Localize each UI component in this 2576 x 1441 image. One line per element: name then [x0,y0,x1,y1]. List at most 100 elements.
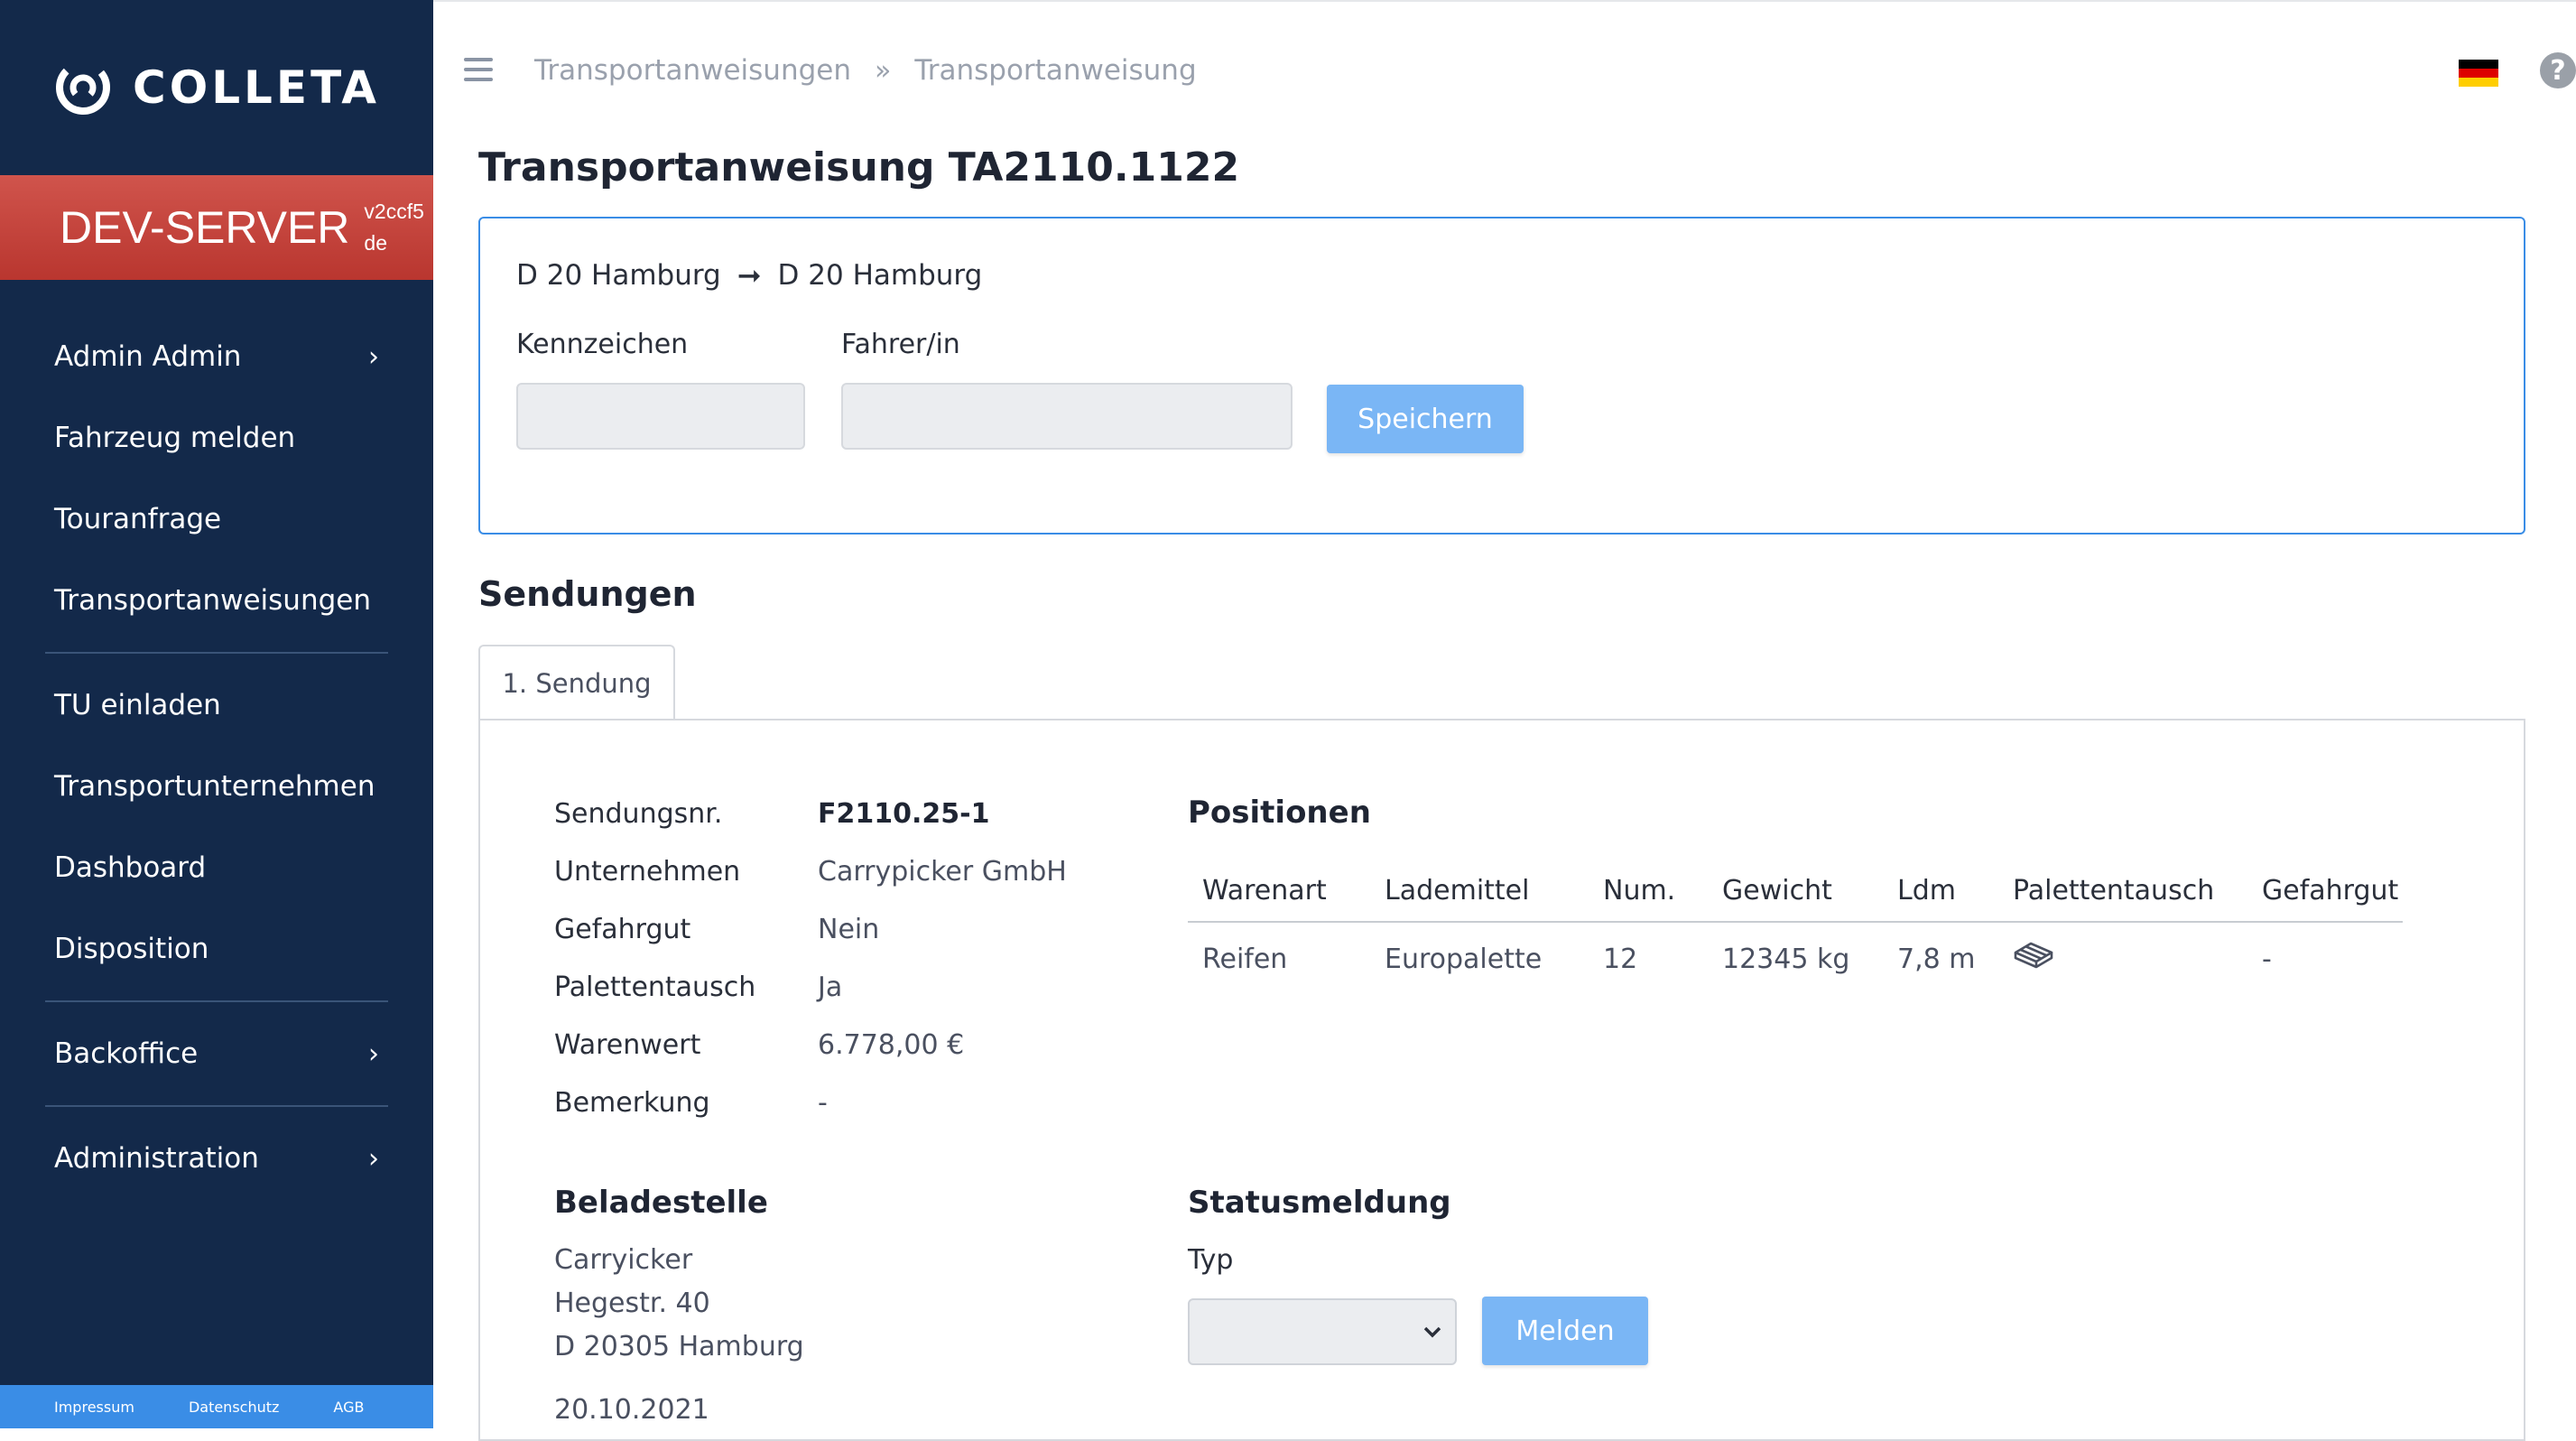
breadcrumb-item-transportanweisungen[interactable]: Transportanweisungen [534,54,851,87]
detail-label: Sendungsnr. [554,798,723,830]
sidebar-item-label: Fahrzeug melden [54,422,296,454]
sidebar-item-label: Transportanweisungen [54,584,371,617]
chevron-right-icon: › [368,1142,379,1175]
plate-label: Kennzeichen [516,329,689,360]
sidebar-item-label: Transportunternehmen [54,770,375,803]
save-button[interactable]: Speichern [1327,385,1524,453]
detail-label: Warenwert [554,1029,701,1061]
env-name: DEV-SERVER [60,202,350,253]
detail-label: Bemerkung [554,1087,710,1119]
sidebar-item-backoffice[interactable]: Backoffice › [0,1013,433,1094]
sidebar-item-dashboard[interactable]: Dashboard [0,827,433,908]
loading-address-line: D 20305 Hamburg [554,1331,804,1362]
loading-address-line: Hegestr. 40 [554,1288,710,1319]
sidebar-item-transportunternehmen[interactable]: Transportunternehmen [0,746,433,827]
breadcrumb-separator: » [875,54,892,87]
loading-title: Beladestelle [554,1185,768,1221]
sidebar-item-disposition[interactable]: Disposition [0,908,433,990]
cell-ldm: 7,8 m [1897,943,1976,975]
env-locale: de [364,231,388,255]
sidebar-item-label: Admin Admin [54,340,242,373]
detail-label: Unternehmen [554,856,741,888]
sidebar-item-label: TU einladen [54,689,221,721]
nav-divider [45,652,388,654]
sidebar-item-administration[interactable]: Administration › [0,1118,433,1199]
breadcrumb-item-current: Transportanweisung [914,54,1197,87]
sidebar-item-label: Backoffice [54,1037,199,1070]
status-title: Statusmeldung [1188,1185,1451,1221]
shipment-dangerous-goods: Nein [818,914,880,945]
column-header: Palettentausch [2013,874,2215,906]
cell-lademittel: Europalette [1385,943,1543,975]
detail-label: Palettentausch [554,972,756,1003]
breadcrumb: Transportanweisungen » Transportanweisun… [534,54,1197,87]
driver-label: Fahrer/in [841,329,960,360]
column-header: Gefahrgut [2262,874,2399,906]
column-header: Ldm [1897,874,1956,906]
column-header: Lademittel [1385,874,1530,906]
chevron-right-icon: › [368,1037,379,1070]
status-type-label: Typ [1188,1244,1234,1276]
driver-input[interactable] [841,383,1293,450]
page-title: Transportanweisung TA2110.1122 [478,144,1240,191]
brand-name: COLLETA [133,61,380,114]
footer-link-agb[interactable]: AGB [333,1399,364,1416]
sidebar-item-label: Touranfrage [54,503,222,535]
cell-warenart: Reifen [1202,943,1288,975]
cell-num: 12 [1603,943,1638,975]
column-header: Gewicht [1722,874,1832,906]
cell-palettentausch [1998,940,2247,978]
positions-table: Warenart Lademittel Num. Gewicht Ldm Pal… [1188,860,2403,995]
report-button[interactable]: Melden [1482,1297,1648,1365]
env-version: v2ccf5 [364,200,424,223]
tab-sendung-1[interactable]: 1. Sendung [478,645,675,720]
route-summary: D 20 Hamburg ➞ D 20 Hamburg [516,258,982,293]
arrow-right-icon: ➞ [737,258,762,293]
footer-link-datenschutz[interactable]: Datenschutz [189,1399,279,1416]
route-card: D 20 Hamburg ➞ D 20 Hamburg Kennzeichen … [478,217,2525,535]
hamburger-icon[interactable] [464,58,493,88]
cell-gefahrgut: - [2262,943,2272,975]
shipment-company: Carrypicker GmbH [818,856,1067,888]
sidebar: COLLETA DEV-SERVER v2ccf5 de Admin Admin… [0,0,433,1428]
sidebar-item-fahrzeug-melden[interactable]: Fahrzeug melden [0,397,433,479]
sidebar-item-admin-admin[interactable]: Admin Admin › [0,316,433,397]
help-icon[interactable]: ? [2540,52,2576,88]
shipment-pallet-exchange: Ja [818,972,843,1003]
column-header: Warenart [1202,874,1327,906]
footer-link-impressum[interactable]: Impressum [54,1399,134,1416]
nav-divider [45,1000,388,1002]
plate-input[interactable] [516,383,805,450]
sidebar-footer: Impressum Datenschutz AGB [0,1385,433,1428]
route-from: D 20 Hamburg [516,259,721,292]
shipment-panel: Sendungsnr. F2110.25-1 Unternehmen Carry… [478,719,2525,1441]
german-flag-icon[interactable] [2459,60,2498,87]
shipment-goods-value: 6.778,00 € [818,1029,965,1061]
status-type-select[interactable] [1188,1298,1457,1365]
route-to: D 20 Hamburg [777,259,983,292]
sidebar-item-label: Administration [54,1142,259,1175]
loading-date: 20.10.2021 [554,1394,709,1426]
table-row: Reifen Europalette 12 12345 kg 7,8 m - [1188,923,2403,995]
cell-gewicht: 12345 kg [1722,943,1850,975]
sidebar-item-label: Dashboard [54,851,207,884]
sidebar-item-transportanweisungen[interactable]: Transportanweisungen [0,560,433,641]
sidebar-item-label: Disposition [54,933,209,965]
shipment-number: F2110.25-1 [818,798,990,830]
detail-label: Gefahrgut [554,914,691,945]
shipments-title: Sendungen [478,574,697,614]
chevron-right-icon: › [368,340,379,373]
chevron-down-icon [1422,1318,1442,1345]
sidebar-item-touranfrage[interactable]: Touranfrage [0,479,433,560]
colleta-logo-icon [53,58,113,117]
column-header: Num. [1603,874,1676,906]
positions-title: Positionen [1188,795,1371,831]
sidebar-item-tu-einladen[interactable]: TU einladen [0,665,433,746]
top-bar: Transportanweisungen » Transportanweisun… [433,0,2576,146]
table-header-row: Warenart Lademittel Num. Gewicht Ldm Pal… [1188,860,2403,923]
sidebar-nav: Admin Admin › Fahrzeug melden Touranfrag… [0,316,433,1199]
shipment-remark: - [818,1087,828,1119]
loading-address-line: Carryicker [554,1244,693,1276]
dev-server-banner: DEV-SERVER v2ccf5 de [0,175,433,280]
brand-logo[interactable]: COLLETA [0,0,433,175]
